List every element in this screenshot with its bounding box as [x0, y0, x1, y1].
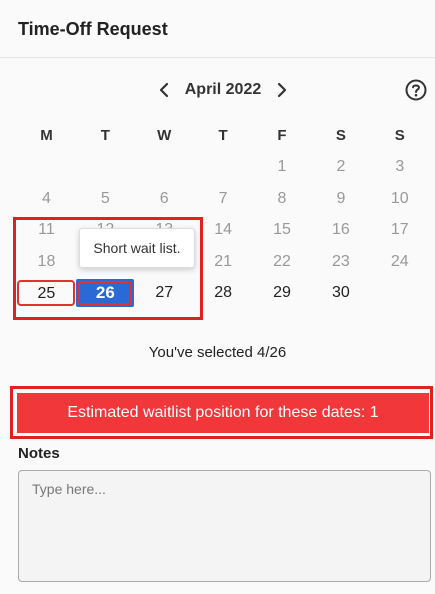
- calendar-day[interactable]: 27: [135, 284, 194, 302]
- waitlist-position-banner: Estimated waitlist position for these da…: [17, 393, 429, 433]
- calendar-day[interactable]: 22: [253, 253, 312, 271]
- week-row: 1 2 3: [17, 152, 429, 184]
- calendar-day[interactable]: 3: [370, 158, 429, 176]
- header: Time-Off Request: [0, 0, 435, 58]
- calendar-day-selected[interactable]: 26: [76, 279, 135, 308]
- selection-summary: You've selected 4/26: [148, 344, 287, 361]
- calendar-day[interactable]: 29: [253, 284, 312, 302]
- calendar-day[interactable]: 8: [253, 190, 312, 208]
- calendar-day[interactable]: 10: [370, 190, 429, 208]
- week-row: 4 5 6 7 8 9 10: [17, 183, 429, 215]
- calendar-day[interactable]: 5: [76, 190, 135, 208]
- weekday-label: T: [100, 127, 110, 145]
- calendar-day[interactable]: 4: [17, 190, 76, 208]
- weekday-label: M: [40, 127, 53, 145]
- calendar-day-outlined[interactable]: 25: [17, 280, 76, 307]
- weekday-label: F: [277, 127, 287, 145]
- calendar-grid: M T W T F S S 1 2 3 4 5 6 7 8 9 10 11 12…: [17, 120, 429, 309]
- month-label: April 2022: [184, 81, 262, 98]
- calendar-day-label: 25: [17, 280, 76, 307]
- help-button[interactable]: [405, 79, 427, 101]
- calendar-day[interactable]: 2: [311, 158, 370, 176]
- calendar-day[interactable]: 21: [194, 253, 253, 271]
- calendar-day[interactable]: 14: [194, 221, 253, 239]
- notes-label: Notes: [18, 445, 60, 462]
- calendar-day[interactable]: 16: [311, 221, 370, 239]
- month-navigation: April 2022: [0, 78, 435, 102]
- calendar-day[interactable]: 6: [135, 190, 194, 208]
- chevron-left-icon: [159, 82, 169, 98]
- calendar-day[interactable]: 7: [194, 190, 253, 208]
- calendar-day[interactable]: 30: [311, 284, 370, 302]
- calendar-day[interactable]: 24: [370, 253, 429, 271]
- calendar-day[interactable]: 15: [253, 221, 312, 239]
- calendar-day[interactable]: 1: [253, 158, 312, 176]
- calendar-day[interactable]: 18: [17, 253, 76, 271]
- help-circle-icon: [405, 79, 427, 101]
- calendar-day[interactable]: 17: [370, 221, 429, 239]
- calendar-day[interactable]: 9: [311, 190, 370, 208]
- chevron-right-icon: [277, 82, 287, 98]
- page-title: Time-Off Request: [18, 19, 168, 39]
- weekday-header-row: M T W T F S S: [17, 120, 429, 152]
- calendar-day[interactable]: 28: [194, 284, 253, 302]
- waitlist-tooltip: Short wait list.: [79, 228, 195, 268]
- weekday-label: T: [218, 127, 228, 145]
- next-month-button[interactable]: [272, 78, 292, 102]
- prev-month-button[interactable]: [154, 78, 174, 102]
- weekday-label: W: [157, 127, 172, 145]
- calendar-day[interactable]: 23: [311, 253, 370, 271]
- notes-textarea[interactable]: [18, 470, 431, 582]
- weekday-label: S: [394, 127, 405, 145]
- weekday-label: S: [335, 127, 346, 145]
- week-row: 25 26 27 28 29 30: [17, 278, 429, 310]
- calendar-day-label: 26: [76, 279, 135, 308]
- calendar-day[interactable]: 11: [17, 221, 76, 239]
